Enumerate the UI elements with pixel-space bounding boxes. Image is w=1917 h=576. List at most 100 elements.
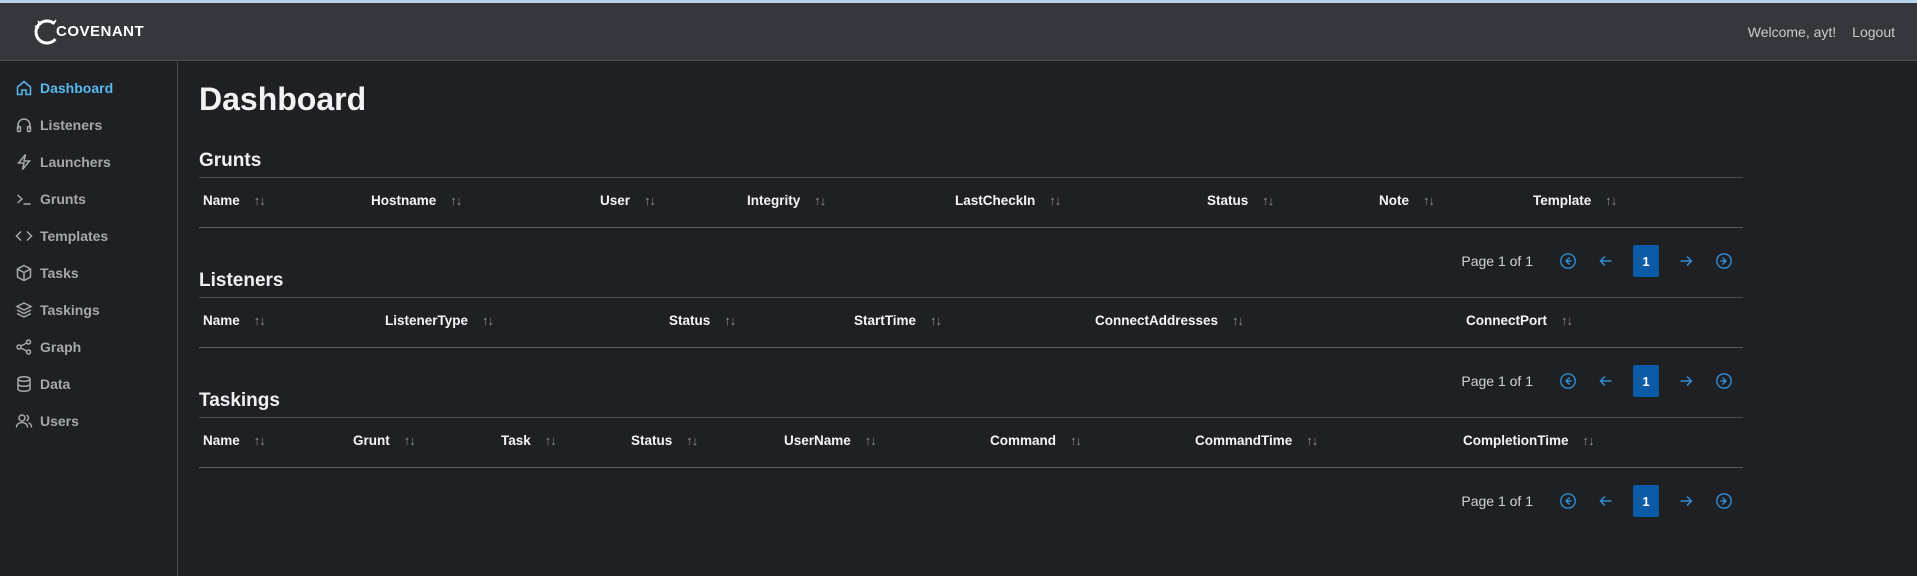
layers-icon <box>15 301 33 318</box>
users-icon <box>15 413 33 428</box>
sidebar-item-label: Launchers <box>40 153 111 170</box>
column-header-completiontime[interactable]: CompletionTime ↑↓ <box>1463 433 1595 448</box>
database-icon <box>17 375 31 392</box>
column-header-username[interactable]: UserName ↑↓ <box>784 433 877 448</box>
share-icon <box>16 338 32 355</box>
prev-page-button[interactable] <box>1593 488 1619 514</box>
sort-icon[interactable]: ↑↓ <box>1561 313 1573 328</box>
sidebar-item-grunts[interactable]: Grunts <box>0 180 177 217</box>
sort-icon[interactable]: ↑↓ <box>482 313 494 328</box>
sidebar-item-label: Users <box>40 412 79 429</box>
sidebar-item-label: Tasks <box>40 264 79 281</box>
sort-icon[interactable]: ↑↓ <box>724 313 736 328</box>
sort-icon[interactable]: ↑↓ <box>1262 193 1274 208</box>
last-page-button[interactable] <box>1711 488 1737 514</box>
sort-icon[interactable]: ↑↓ <box>1605 193 1617 208</box>
sort-icon[interactable]: ↑↓ <box>1070 433 1082 448</box>
grunts-section: Grunts Name ↑↓ Hostname ↑↓ User ↑↓ Integrit… <box>199 150 1743 277</box>
home-icon <box>16 80 32 95</box>
column-header-integrity[interactable]: Integrity ↑↓ <box>747 193 826 208</box>
listeners-table-header: Name ↑↓ ListenerType ↑↓ Status ↑↓ StartTime… <box>199 297 1743 348</box>
arrow-right-icon <box>1680 255 1693 267</box>
column-header-template[interactable]: Template ↑↓ <box>1533 193 1617 208</box>
sort-icon[interactable]: ↑↓ <box>644 193 656 208</box>
page-number-button[interactable]: 1 <box>1633 485 1659 517</box>
first-page-icon <box>1560 373 1576 389</box>
sort-icon[interactable]: ↑↓ <box>686 433 698 448</box>
column-header-status[interactable]: Status ↑↓ <box>1207 193 1274 208</box>
code-icon <box>15 230 33 241</box>
arrow-right-icon <box>1680 495 1693 507</box>
grunts-table-header: Name ↑↓ Hostname ↑↓ User ↑↓ Integrity ↑↓ Las… <box>199 177 1743 228</box>
sort-icon[interactable]: ↑↓ <box>865 433 877 448</box>
welcome-link[interactable]: Welcome, ayt! <box>1748 24 1836 40</box>
terminal-icon <box>17 193 31 205</box>
column-header-status[interactable]: Status ↑↓ <box>631 433 698 448</box>
taskings-section: Taskings Name ↑↓ Grunt ↑↓ Task ↑↓ Status ↑↓ … <box>199 390 1743 517</box>
next-page-button[interactable] <box>1673 488 1699 514</box>
column-header-connectaddresses[interactable]: ConnectAddresses ↑↓ <box>1095 313 1244 328</box>
page-info: Page 1 of 1 <box>1461 253 1533 269</box>
sidebar-item-templates[interactable]: Templates <box>0 217 177 254</box>
arrow-right-icon <box>1680 375 1693 387</box>
section-title: Taskings <box>199 390 280 411</box>
sidebar-item-launchers[interactable]: Launchers <box>0 143 177 180</box>
arrow-left-icon <box>1599 375 1612 387</box>
column-header-command[interactable]: Command ↑↓ <box>990 433 1082 448</box>
column-header-user[interactable]: User ↑↓ <box>600 193 656 208</box>
sidebar-item-label: Templates <box>40 227 109 244</box>
top-nav-links: Welcome, ayt! Logout <box>1732 24 1895 40</box>
sort-icon[interactable]: ↑↓ <box>254 313 266 328</box>
column-header-lastcheckin[interactable]: LastCheckIn ↑↓ <box>955 193 1061 208</box>
sidebar-item-tasks[interactable]: Tasks <box>0 254 177 291</box>
column-header-commandtime[interactable]: CommandTime ↑↓ <box>1195 433 1318 448</box>
arrow-left-icon <box>1599 255 1612 267</box>
sort-icon[interactable]: ↑↓ <box>1423 193 1435 208</box>
sidebar-item-listeners[interactable]: Listeners <box>0 106 177 143</box>
sidebar-item-label: Graph <box>40 338 82 355</box>
headphones-icon <box>16 117 32 132</box>
sort-icon[interactable]: ↑↓ <box>450 193 462 208</box>
first-page-icon <box>1560 493 1576 509</box>
sidebar-item-taskings[interactable]: Taskings <box>0 291 177 328</box>
sort-icon[interactable]: ↑↓ <box>1232 313 1244 328</box>
taskings-table-header: Name ↑↓ Grunt ↑↓ Task ↑↓ Status ↑↓ UserName ↑… <box>199 417 1743 468</box>
box-icon <box>16 264 32 281</box>
sort-icon[interactable]: ↑↓ <box>1583 433 1595 448</box>
column-header-note[interactable]: Note ↑↓ <box>1379 193 1435 208</box>
brand[interactable]: COVENANT <box>30 3 144 60</box>
sort-icon[interactable]: ↑↓ <box>1049 193 1061 208</box>
logout-link[interactable]: Logout <box>1852 24 1895 40</box>
sort-icon[interactable]: ↑↓ <box>814 193 826 208</box>
sidebar-item-label: Listeners <box>40 116 103 133</box>
column-header-task[interactable]: Task ↑↓ <box>501 433 557 448</box>
sidebar: Dashboard Listeners Launchers Grunts Tem… <box>0 62 178 576</box>
sidebar-item-graph[interactable]: Graph <box>0 328 177 365</box>
sort-icon[interactable]: ↑↓ <box>404 433 416 448</box>
sidebar-item-label: Taskings <box>40 301 100 318</box>
top-navbar: COVENANT Welcome, ayt! Logout <box>0 3 1917 61</box>
column-header-name[interactable]: Name ↑↓ <box>203 193 266 208</box>
sidebar-item-users[interactable]: Users <box>0 402 177 439</box>
sidebar-item-data[interactable]: Data <box>0 365 177 402</box>
column-header-name[interactable]: Name ↑↓ <box>203 433 266 448</box>
lightning-icon <box>16 153 32 170</box>
column-header-connectport[interactable]: ConnectPort ↑↓ <box>1466 313 1573 328</box>
main-content: Dashboard Grunts Name ↑↓ Hostname ↑↓ User ↑… <box>179 62 1917 576</box>
sidebar-item-label: Dashboard <box>40 79 114 96</box>
column-header-status[interactable]: Status ↑↓ <box>669 313 736 328</box>
column-header-grunt[interactable]: Grunt ↑↓ <box>353 433 416 448</box>
column-header-listenertype[interactable]: ListenerType ↑↓ <box>385 313 494 328</box>
column-header-hostname[interactable]: Hostname ↑↓ <box>371 193 462 208</box>
first-page-button[interactable] <box>1555 488 1581 514</box>
column-header-starttime[interactable]: StartTime ↑↓ <box>854 313 942 328</box>
sort-icon[interactable]: ↑↓ <box>545 433 557 448</box>
taskings-pager: Page 1 of 1 1 <box>1461 485 1743 517</box>
sort-icon[interactable]: ↑↓ <box>930 313 942 328</box>
sort-icon[interactable]: ↑↓ <box>1306 433 1318 448</box>
column-header-name[interactable]: Name ↑↓ <box>203 313 266 328</box>
brand-name: COVENANT <box>56 23 145 40</box>
sort-icon[interactable]: ↑↓ <box>254 193 266 208</box>
sidebar-item-dashboard[interactable]: Dashboard <box>0 69 177 106</box>
sort-icon[interactable]: ↑↓ <box>254 433 266 448</box>
